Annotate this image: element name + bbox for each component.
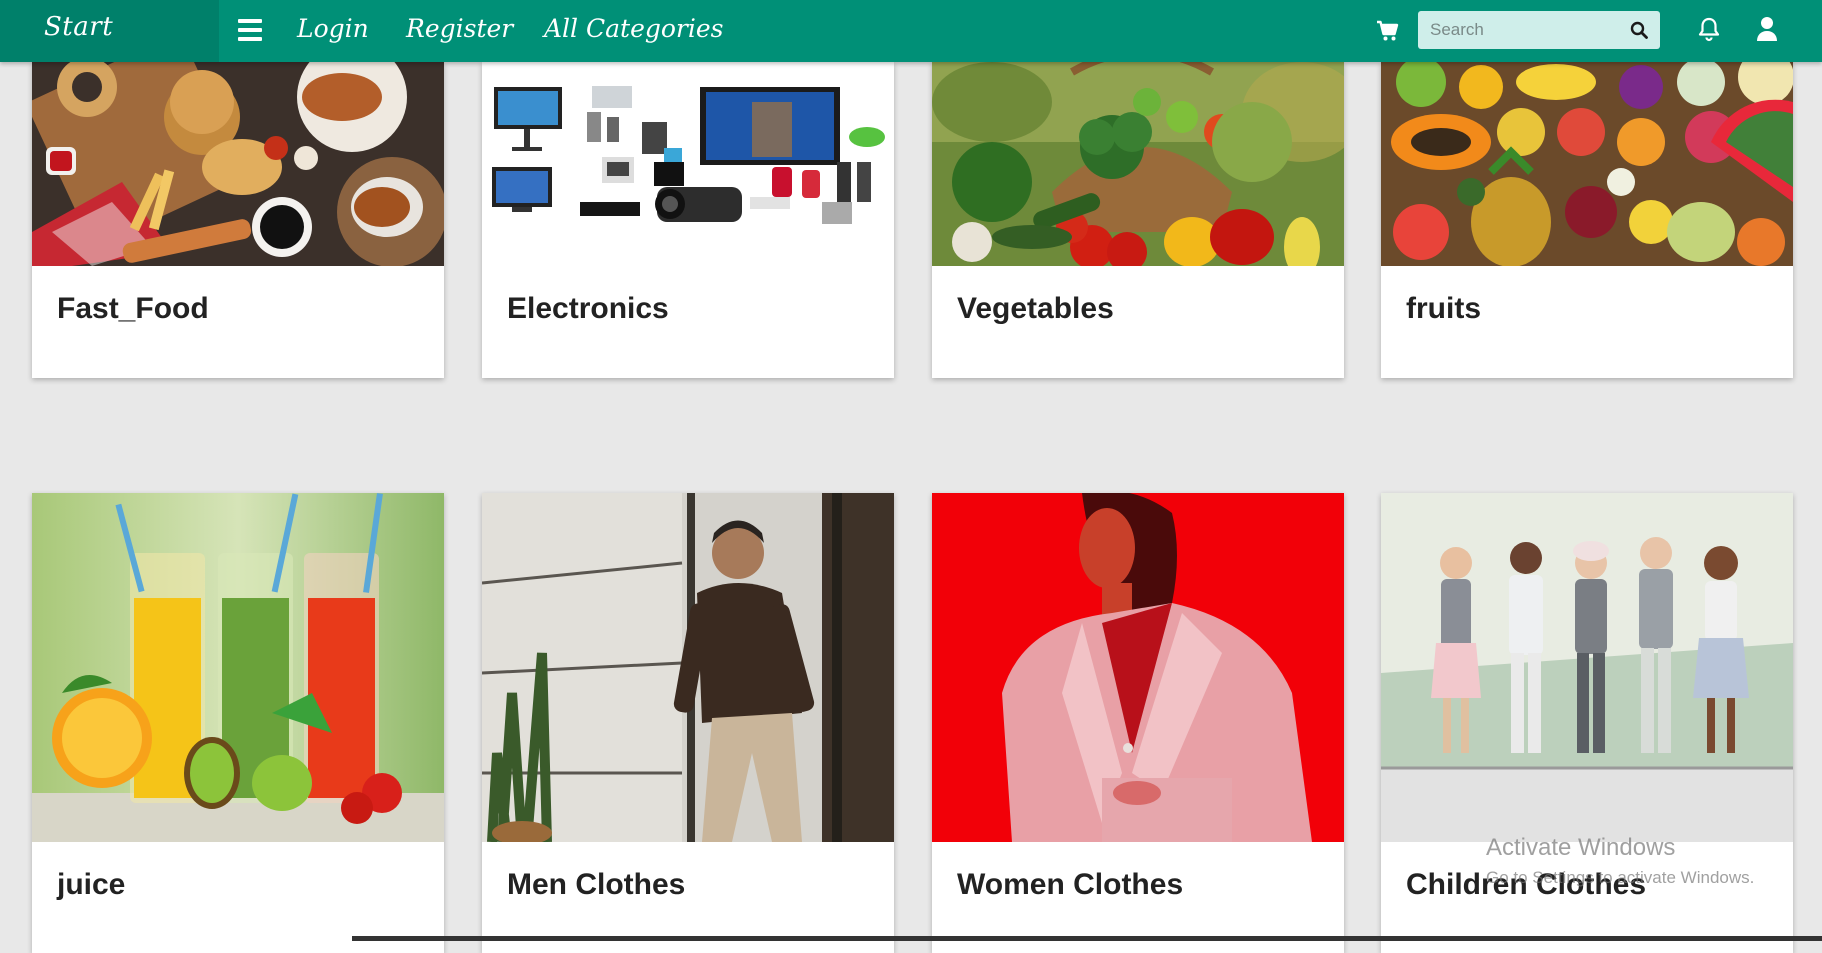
nav-link-all-categories[interactable]: All Categories (544, 14, 724, 43)
category-card-juice[interactable]: juice (32, 493, 444, 953)
user-icon[interactable] (1756, 16, 1778, 42)
category-title: Women Clothes (957, 868, 1184, 901)
category-title: juice (57, 868, 126, 901)
fruits-image (1381, 62, 1793, 266)
cart-icon[interactable] (1376, 19, 1400, 43)
category-card-men-clothes[interactable]: Men Clothes (482, 493, 894, 953)
brand-container: Start (0, 0, 219, 62)
search-box (1418, 11, 1660, 49)
category-card-vegetables[interactable]: Vegetables (932, 62, 1344, 378)
category-title: Electronics (507, 292, 669, 325)
category-card-fast-food[interactable]: Fast_Food (32, 62, 444, 378)
children-clothes-image (1381, 493, 1793, 842)
category-card-fruits[interactable]: fruits (1381, 62, 1793, 378)
windows-activation-watermark-title: Activate Windows (1486, 834, 1676, 861)
bell-icon[interactable] (1697, 16, 1721, 42)
fast-food-image (32, 62, 444, 266)
category-title: Vegetables (957, 292, 1114, 325)
bottom-edge-bar (352, 936, 1822, 941)
category-title: Men Clothes (507, 868, 686, 901)
category-title: Fast_Food (57, 292, 209, 325)
juice-image (32, 493, 444, 842)
hamburger-icon[interactable] (238, 19, 262, 41)
search-input[interactable] (1418, 11, 1618, 49)
category-title: fruits (1406, 292, 1481, 325)
men-clothes-image (482, 493, 894, 842)
search-icon[interactable] (1630, 21, 1648, 39)
brand-logo[interactable]: Start (44, 12, 113, 42)
vegetables-image (932, 62, 1344, 266)
top-navbar: Start Login Register All Categories (0, 0, 1822, 62)
windows-activation-watermark-subtitle: Go to Settings to activate Windows. (1486, 868, 1755, 887)
category-card-women-clothes[interactable]: Women Clothes (932, 493, 1344, 953)
nav-link-login[interactable]: Login (297, 14, 369, 43)
nav-link-register[interactable]: Register (406, 14, 513, 43)
category-card-electronics[interactable]: Electronics (482, 62, 894, 378)
electronics-image (482, 62, 894, 266)
women-clothes-image (932, 493, 1344, 842)
